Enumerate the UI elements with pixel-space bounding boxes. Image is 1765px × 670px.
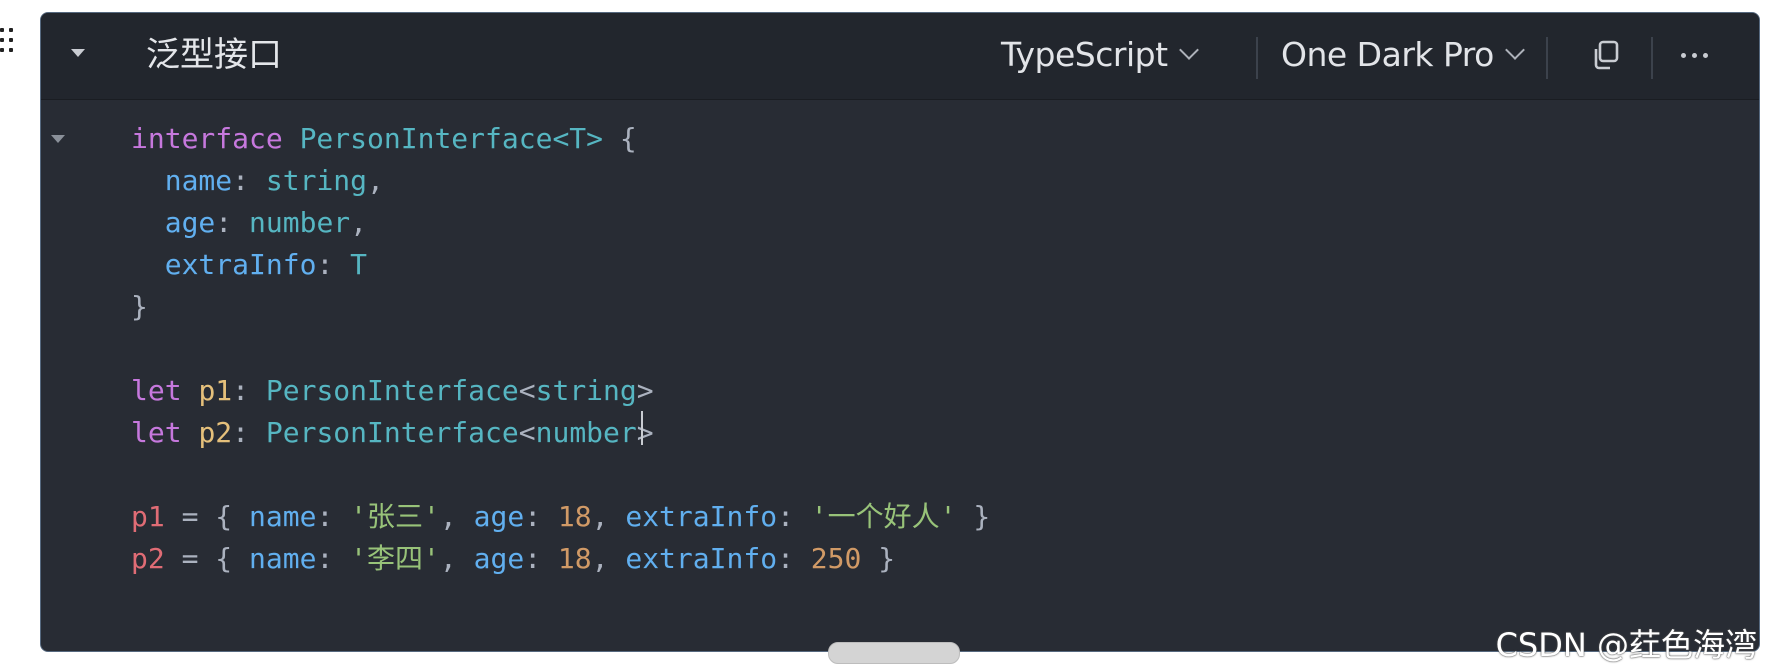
code-line: p2 = { name: '李四', age: 18, extraInfo: 2… (131, 542, 896, 575)
code-line: let p2: PersonInterface<number> (131, 416, 654, 449)
copy-icon[interactable] (1591, 39, 1621, 71)
watermark: CSDN @荭色海湾 (1495, 626, 1757, 664)
theme-label: One Dark Pro (1281, 34, 1494, 74)
theme-select[interactable]: One Dark Pro (1281, 29, 1525, 79)
code-line: name: string, (164, 164, 384, 197)
caret-down-icon[interactable] (71, 49, 85, 57)
drag-handle-icon[interactable] (0, 28, 14, 54)
divider (1546, 37, 1548, 79)
divider (1651, 37, 1653, 79)
text-cursor (641, 411, 643, 445)
code-block-header: 泛型接口 TypeScript One Dark Pro (41, 13, 1759, 100)
divider (1256, 37, 1258, 79)
more-horizontal-icon[interactable] (1681, 53, 1708, 58)
code-block: 泛型接口 TypeScript One Dark Pro interface P… (40, 12, 1760, 652)
code-line: interface PersonInterface<T> { (131, 122, 637, 155)
code-line: age: number, (164, 206, 368, 239)
code-line: let p1: PersonInterface<string> (131, 374, 654, 407)
language-label: TypeScript (1001, 34, 1168, 74)
horizontal-scrollbar[interactable] (828, 642, 960, 664)
code-line: p1 = { name: '张三', age: 18, extraInfo: '… (131, 500, 991, 533)
code-block-title[interactable]: 泛型接口 (146, 33, 282, 77)
chevron-down-icon (1178, 40, 1199, 60)
chevron-down-icon (1504, 40, 1525, 60)
fold-caret-icon[interactable] (51, 135, 65, 143)
code-editor[interactable]: interface PersonInterface<T> { name: str… (41, 103, 1759, 651)
code-line: } (131, 290, 148, 323)
language-select[interactable]: TypeScript (1001, 29, 1199, 79)
code-line: extraInfo: T (164, 248, 368, 281)
